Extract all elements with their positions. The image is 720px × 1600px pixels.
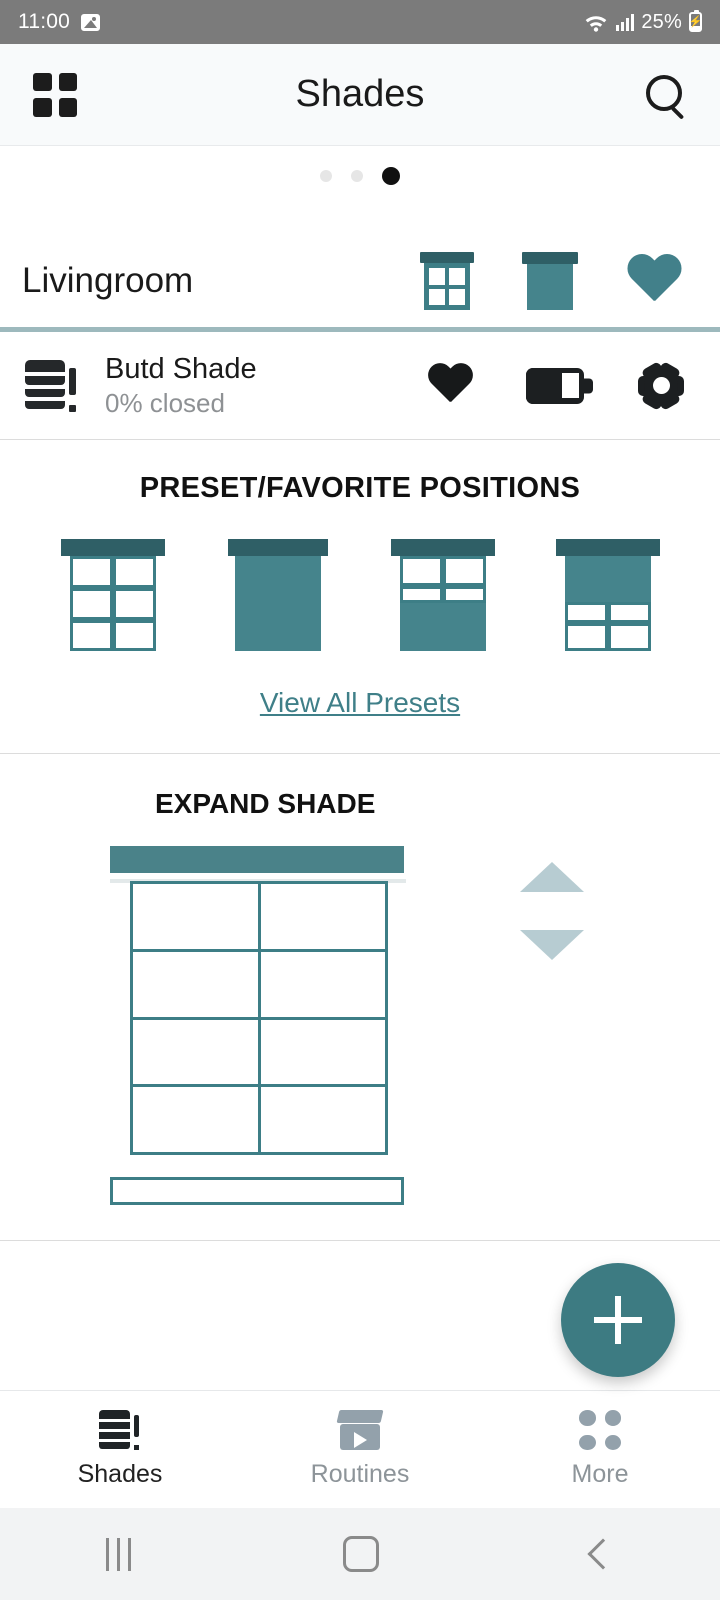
status-bar: 11:00 25% ⚡ bbox=[0, 0, 720, 44]
status-time: 11:00 bbox=[18, 10, 70, 33]
nav-item-more[interactable]: More bbox=[480, 1410, 720, 1489]
nav-label-shades: Shades bbox=[77, 1460, 163, 1488]
device-status: 0% closed bbox=[105, 387, 225, 418]
presets-list bbox=[0, 505, 720, 651]
nav-item-routines[interactable]: Routines bbox=[240, 1410, 480, 1489]
nav-label-more: More bbox=[571, 1460, 629, 1488]
page-dot-1[interactable] bbox=[320, 170, 332, 182]
app-bar: Shades bbox=[0, 44, 720, 146]
shade-preview-header bbox=[110, 846, 404, 873]
triangle-up-icon[interactable] bbox=[520, 862, 584, 892]
search-icon[interactable] bbox=[645, 74, 687, 116]
shade-preview[interactable] bbox=[110, 846, 406, 1240]
view-all-presets[interactable]: View All Presets bbox=[0, 651, 720, 753]
preset-top-closed[interactable] bbox=[555, 539, 660, 651]
four-dots-icon bbox=[579, 1410, 621, 1450]
grid-menu-icon[interactable] bbox=[33, 72, 77, 117]
shade-preview-grid bbox=[130, 881, 388, 1155]
nav-item-shades[interactable]: Shades bbox=[0, 1410, 240, 1489]
battery-charging-icon: ⚡ bbox=[689, 10, 702, 32]
device-text: Butd Shade 0% closed bbox=[105, 353, 257, 419]
clapperboard-icon bbox=[336, 1410, 384, 1450]
preset-fully-closed[interactable] bbox=[226, 539, 330, 651]
android-navigation-bar bbox=[0, 1508, 720, 1600]
preset-bottom-closed[interactable] bbox=[390, 539, 495, 651]
room-actions bbox=[420, 252, 698, 310]
triangle-down-icon[interactable] bbox=[520, 930, 584, 960]
expand-shade-control bbox=[0, 820, 720, 1240]
window-open-icon[interactable] bbox=[420, 252, 474, 310]
presets-section: PRESET/FAVORITE POSITIONS View All Prese… bbox=[0, 440, 720, 753]
heart-icon[interactable] bbox=[626, 255, 682, 307]
recents-icon[interactable] bbox=[106, 1537, 132, 1571]
page-indicator[interactable] bbox=[0, 146, 720, 185]
shade-closed-icon[interactable] bbox=[522, 252, 578, 310]
device-actions bbox=[427, 360, 695, 411]
home-icon[interactable] bbox=[343, 1536, 380, 1572]
page-title: Shades bbox=[295, 73, 425, 115]
battery-percent: 25% bbox=[641, 10, 682, 33]
wifi-icon bbox=[585, 16, 607, 32]
battery-icon[interactable] bbox=[526, 367, 584, 404]
presets-title: PRESET/FAVORITE POSITIONS bbox=[139, 472, 581, 504]
plus-icon bbox=[594, 1296, 642, 1344]
device-row[interactable]: Butd Shade 0% closed bbox=[0, 332, 720, 439]
shade-stack-icon bbox=[25, 359, 79, 412]
room-header: Livingroom bbox=[0, 235, 720, 327]
device-name: Butd Shade bbox=[105, 352, 257, 385]
expand-shade-title: EXPAND SHADE bbox=[155, 788, 376, 819]
shade-arrow-controls bbox=[520, 862, 584, 960]
fab-area bbox=[0, 1241, 720, 1390]
bottom-navigation: Shades Routines More bbox=[0, 1390, 720, 1508]
cellular-signal-icon bbox=[615, 13, 635, 31]
image-icon bbox=[81, 13, 100, 31]
shade-preview-bottom-rail bbox=[110, 1177, 404, 1205]
app-screen: 11:00 25% ⚡ Shades Livingroom Butd Shade… bbox=[0, 0, 720, 1600]
status-bar-left: 11:00 bbox=[18, 10, 100, 34]
page-dot-3[interactable] bbox=[382, 167, 400, 185]
heart-filled-icon[interactable] bbox=[427, 364, 473, 407]
status-bar-right: 25% ⚡ bbox=[583, 10, 702, 34]
shade-stack-icon bbox=[99, 1410, 141, 1450]
back-icon[interactable] bbox=[587, 1538, 619, 1570]
nav-label-routines: Routines bbox=[310, 1460, 410, 1488]
page-dot-2[interactable] bbox=[351, 170, 363, 182]
gear-icon[interactable] bbox=[637, 360, 685, 411]
preset-fully-open[interactable] bbox=[60, 539, 165, 651]
view-all-presets-link[interactable]: View All Presets bbox=[260, 687, 460, 718]
room-name: Livingroom bbox=[22, 261, 194, 300]
expand-shade-section: EXPAND SHADE bbox=[0, 754, 720, 1240]
add-button[interactable] bbox=[561, 1263, 675, 1377]
